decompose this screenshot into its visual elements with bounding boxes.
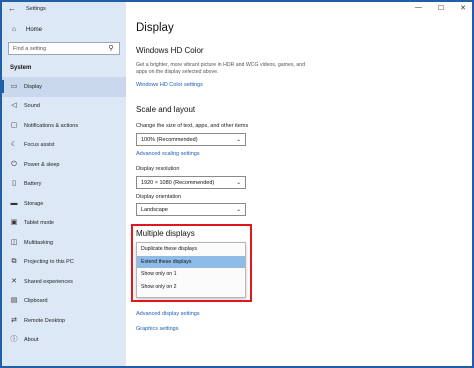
advanced-scaling-link[interactable]: Advanced scaling settings [136,151,200,157]
sidebar-item-about[interactable]: ⓘ About [2,331,126,351]
back-arrow-icon[interactable]: ← [8,5,16,13]
hd-color-description: Get a brighter, more vibrant picture in … [136,62,305,75]
sidebar-item-label: Remote Desktop [24,317,65,324]
window-title: Settings [26,6,46,12]
highlight-box [131,224,252,302]
sidebar-item-label: Projecting to this PC [24,259,74,266]
main-content: Display Windows HD Color Get a brighter,… [136,0,466,368]
sidebar-item-tablet[interactable]: ▣ Tablet mode [2,214,126,234]
search-placeholder: Find a setting [13,45,47,52]
orientation-dropdown[interactable]: Landscape ⌄ [136,203,246,216]
hd-color-settings-link[interactable]: Windows HD Color settings [136,82,203,88]
sidebar-item-label: Storage [24,200,44,207]
home-label: Home [26,27,43,33]
sidebar-item-label: Multitasking [24,239,54,246]
sidebar-item-label: Clipboard [24,298,48,305]
size-dropdown-value: 100% (Recommended) [141,136,198,143]
sidebar-item-label: Sound [24,103,40,110]
sidebar-home[interactable]: ⌂ Home [2,26,126,34]
notifications-icon: ▢ [10,121,18,129]
battery-icon: ▯ [12,180,16,188]
shared-icon: ✕ [11,277,17,285]
sidebar-item-clipboard[interactable]: ▤ Clipboard [2,292,126,312]
projecting-icon: ⧉ [11,258,17,266]
sidebar-item-label: Display [24,83,43,90]
sidebar-item-label: Shared experiences [24,278,73,285]
sidebar-item-battery[interactable]: ▯ Battery [2,175,126,195]
power-icon: ⏻ [11,160,17,168]
size-label: Change the size of text, apps, and other… [136,123,249,129]
sidebar-item-projecting[interactable]: ⧉ Projecting to this PC [2,253,126,273]
search-icon: ⚲ [108,44,114,52]
resolution-dropdown[interactable]: 1920 × 1080 (Recommended) ⌄ [136,176,246,189]
focus-assist-icon: ☾ [10,141,18,149]
sidebar-item-multitasking[interactable]: ◫ Multitasking [2,233,126,253]
about-icon: ⓘ [10,336,18,344]
sidebar-item-focus-assist[interactable]: ☾ Focus assist [2,136,126,156]
sidebar-item-label: Notifications & actions [24,122,79,129]
sidebar-item-label: Power & sleep [24,161,60,168]
sidebar-item-label: About [24,337,39,344]
title-bar: ← Settings [2,2,126,16]
page-title: Display [136,22,174,34]
chevron-down-icon: ⌄ [236,136,241,143]
advanced-display-settings-link[interactable]: Advanced display settings [136,311,200,317]
sidebar: ← Settings ⌂ Home Find a setting ⚲ Syste… [2,2,126,366]
clipboard-icon: ▤ [10,297,18,305]
graphics-settings-link[interactable]: Graphics settings [136,326,179,332]
resolution-dropdown-value: 1920 × 1080 (Recommended) [141,179,215,186]
remote-desktop-icon: ⇄ [11,316,17,324]
sidebar-section-label: System [10,65,32,71]
hd-color-heading: Windows HD Color [136,46,204,55]
multitasking-icon: ◫ [10,238,18,246]
orientation-dropdown-value: Landscape [141,206,168,213]
sidebar-nav: ▭ Display ◁ Sound ▢ Notifications & acti… [2,77,126,350]
tablet-icon: ▣ [10,219,18,227]
storage-icon: ▬ [10,199,18,207]
chevron-down-icon: ⌄ [236,206,241,213]
sidebar-item-label: Battery [24,181,42,188]
sidebar-item-label: Tablet mode [24,220,54,227]
size-dropdown[interactable]: 100% (Recommended) ⌄ [136,133,246,146]
sidebar-item-power[interactable]: ⏻ Power & sleep [2,155,126,175]
sound-icon: ◁ [11,102,17,110]
sidebar-item-notifications[interactable]: ▢ Notifications & actions [2,116,126,136]
orientation-label: Display orientation [136,194,182,200]
display-icon: ▭ [10,82,18,90]
sidebar-item-storage[interactable]: ▬ Storage [2,194,126,214]
sidebar-item-display[interactable]: ▭ Display [2,77,126,97]
home-icon: ⌂ [11,26,17,33]
scale-layout-heading: Scale and layout [136,105,196,114]
sidebar-item-label: Focus assist [24,142,55,149]
sidebar-item-remote-desktop[interactable]: ⇄ Remote Desktop [2,311,126,331]
search-input[interactable]: Find a setting ⚲ [8,42,120,55]
chevron-down-icon: ⌄ [236,179,241,186]
sidebar-item-shared[interactable]: ✕ Shared experiences [2,272,126,292]
resolution-label: Display resolution [136,166,180,172]
sidebar-item-sound[interactable]: ◁ Sound [2,97,126,117]
